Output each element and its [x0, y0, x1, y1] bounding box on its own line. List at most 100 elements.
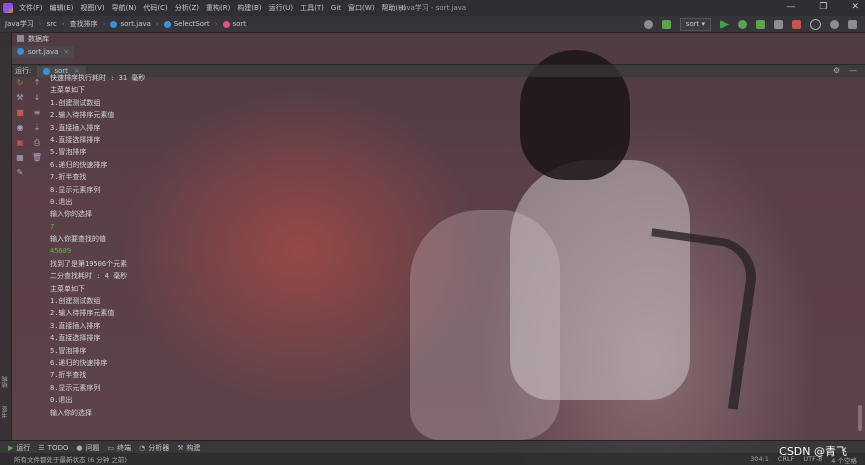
hide-panel-icon[interactable]: —: [849, 66, 857, 75]
tab-close-icon[interactable]: ×: [63, 48, 69, 56]
bottom-tab-build[interactable]: ⚒ 构建: [177, 443, 200, 453]
bottom-tab-label: 运行: [16, 443, 31, 452]
intellij-logo-icon: [3, 3, 13, 13]
menu-view[interactable]: 视图(V): [80, 3, 104, 13]
breadcrumb-separator: ›: [214, 20, 218, 28]
close-icon[interactable]: ✕: [851, 2, 859, 12]
todo-icon: ☰: [38, 443, 45, 452]
bottom-tool-tabs: ▶ 运行 ☰ TODO ● 问题 ▭ 终端 ◔ 分析器 ⚒ 构建: [0, 440, 865, 454]
run-panel-tools: ⚙ —: [833, 66, 857, 75]
tab-label: sort.java: [28, 47, 59, 56]
search-icon[interactable]: [810, 19, 821, 30]
soft-wrap-icon[interactable]: ≡: [33, 108, 42, 117]
menu-window[interactable]: 窗口(W): [348, 3, 374, 13]
console-line: 2.输入待排序元素值: [50, 111, 115, 120]
coverage-icon[interactable]: [756, 20, 765, 29]
debug-icon[interactable]: [738, 20, 747, 29]
menu-file[interactable]: 文件(F): [19, 3, 43, 13]
rerun-icon[interactable]: ↻: [16, 78, 25, 87]
breadcrumb-separator: ›: [38, 20, 42, 28]
minimize-icon[interactable]: —: [786, 2, 795, 12]
side-tab-structure[interactable]: 结构: [1, 376, 10, 388]
csdn-watermark: CSDN @青飞: [779, 445, 847, 458]
console-line: 1.创建测试数组: [50, 98, 101, 107]
menu-build[interactable]: 构建(B): [237, 3, 261, 13]
side-tab-bookmarks[interactable]: 书签: [1, 406, 10, 418]
gear-icon[interactable]: ⚙: [833, 66, 840, 75]
breadcrumb-method[interactable]: sort: [222, 20, 246, 28]
navigation-bar: Java学习 › src › 查找排序 › sort.java › SelectSort…: [0, 16, 865, 33]
status-message[interactable]: 所有文件都处于最新状态 (6 分钟 之前): [14, 454, 127, 464]
console-line: 45689: [50, 247, 72, 256]
console-line: 找到了是第19506个元素: [50, 259, 128, 268]
maximize-icon[interactable]: ❐: [819, 2, 827, 12]
bottom-tab-todo[interactable]: ☰ TODO: [38, 444, 68, 452]
run-toolbar-primary: ↻ ⚒ ■ ◉ ▣ ▦ ✎: [13, 78, 27, 177]
menu-refactor[interactable]: 重构(R): [206, 3, 230, 13]
arrow-down-icon[interactable]: ↓: [33, 93, 42, 102]
title-bar: 文件(F) 编辑(E) 视图(V) 导航(N) 代码(C) 分析(Z) 重构(R…: [0, 0, 865, 16]
console-line: 0.退出: [50, 396, 73, 405]
exit-icon[interactable]: ▣: [16, 138, 25, 147]
bottom-tab-terminal[interactable]: ▭ 终端: [107, 443, 131, 453]
profile-icon[interactable]: [774, 20, 783, 29]
java-file-icon: [110, 20, 118, 28]
menu-edit[interactable]: 编辑(E): [50, 3, 74, 13]
breadcrumb-project[interactable]: Java学习 ›: [5, 19, 42, 29]
arrow-up-icon[interactable]: ↑: [33, 78, 42, 87]
wrench-icon[interactable]: ⚒: [16, 93, 25, 102]
console-line: 4.直接选择排序: [50, 135, 101, 144]
breadcrumb-separator: ›: [61, 20, 65, 28]
menu-navigate[interactable]: 导航(N): [112, 3, 137, 13]
menu-run[interactable]: 运行(U): [269, 3, 294, 13]
breadcrumb-file[interactable]: sort.java ›: [110, 20, 159, 28]
console-line: 主菜单如下: [50, 86, 85, 95]
terminal-icon: ▭: [107, 443, 115, 452]
layout-icon[interactable]: ▦: [16, 153, 25, 162]
stop-icon[interactable]: [792, 20, 801, 29]
database-tab-label: 数据库: [28, 34, 49, 43]
run-panel-label: 运行:: [15, 67, 32, 75]
stop-icon[interactable]: ■: [16, 108, 25, 117]
console-line: 快速排序执行耗时 : 31 毫秒: [50, 74, 146, 82]
console-scrollbar[interactable]: [858, 405, 862, 431]
console-line: 输入你要查找的值: [50, 235, 106, 244]
pin-icon[interactable]: ✎: [16, 168, 25, 177]
breadcrumb-src[interactable]: src ›: [47, 20, 65, 28]
breadcrumb-class[interactable]: SelectSort ›: [163, 20, 218, 28]
user-icon[interactable]: [643, 20, 653, 29]
console-line: 3.直接插入排序: [50, 321, 101, 330]
class-icon: [163, 20, 171, 28]
scroll-to-end-icon[interactable]: ⇣: [33, 123, 42, 132]
menu-git[interactable]: Git: [331, 4, 341, 12]
run-toolbar-secondary: ↑ ↓ ≡ ⇣ ⎙ 🗑: [30, 78, 44, 162]
menu-tools[interactable]: 工具(T): [300, 3, 324, 13]
menu-code[interactable]: 代码(C): [143, 3, 167, 13]
console-line: 3.直接插入排序: [50, 123, 101, 132]
settings-icon[interactable]: [830, 20, 839, 29]
console-output[interactable]: 快速排序执行耗时 : 31 毫秒 主菜单如下 1.创建测试数组 2.输入待排序元素值 3…: [50, 72, 750, 437]
tab-sort-java[interactable]: sort.java ×: [12, 45, 75, 58]
build-icon: ⚒: [177, 443, 184, 452]
menu-analyze[interactable]: 分析(Z): [175, 3, 199, 13]
print-icon[interactable]: ⎙: [33, 138, 42, 147]
breadcrumb-label: Java学习: [5, 20, 34, 28]
trash-icon[interactable]: 🗑: [32, 153, 42, 162]
breadcrumb-label: src: [46, 20, 57, 28]
ide-logo-icon[interactable]: [848, 20, 857, 29]
run-configuration-select[interactable]: sort ▾: [679, 18, 711, 31]
bottom-tab-problems[interactable]: ● 问题: [76, 443, 99, 453]
caret-position[interactable]: 304:1: [750, 455, 769, 465]
breadcrumb-package[interactable]: 查找排序 ›: [70, 19, 106, 29]
database-tab[interactable]: 数据库: [12, 33, 212, 44]
console-line: 6.递归的快速排序: [50, 160, 108, 169]
profiler-icon: ◔: [139, 443, 146, 452]
window-title: Java学习 - sort.java: [400, 4, 467, 12]
bottom-tab-run[interactable]: ▶ 运行: [8, 443, 30, 453]
java-file-icon: [17, 48, 24, 55]
run-icon[interactable]: [720, 20, 729, 29]
camera-icon[interactable]: ◉: [16, 123, 25, 132]
status-bar: 所有文件都处于最新状态 (6 分钟 之前) 304:1 CRLF UTF-8 4…: [0, 453, 865, 465]
bottom-tab-profiler[interactable]: ◔ 分析器: [139, 443, 169, 453]
build-hammer-icon[interactable]: [661, 20, 671, 29]
